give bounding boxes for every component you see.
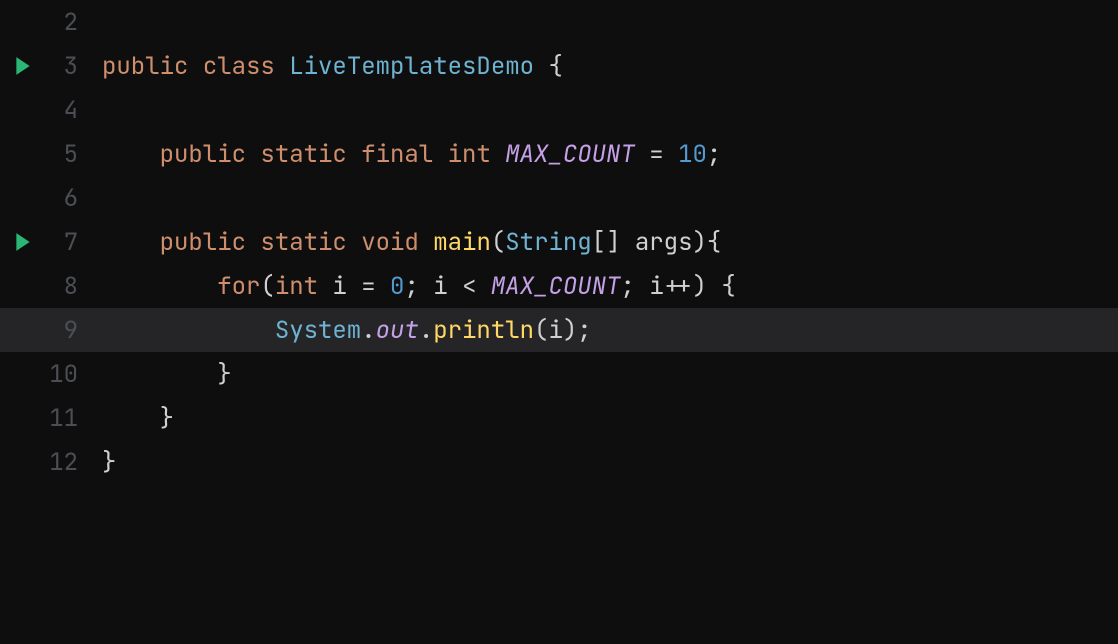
code-content[interactable]: } [94,359,232,390]
token-param: i [332,271,346,302]
line-number: 5 [64,139,78,170]
code-content[interactable]: } [94,403,174,434]
token-kw: for [217,271,260,302]
code-content[interactable]: for(int i = 0; i < MAX_COUNT; i++) { [94,271,736,302]
gutter[interactable]: 5 [0,139,94,170]
line-number: 6 [64,183,78,214]
code-editor[interactable]: 23public class LiveTemplatesDemo {45 pub… [0,0,1118,644]
token-punct: ; [707,139,721,170]
token-punct: ; [621,271,650,302]
code-line[interactable]: 11 } [0,396,1118,440]
token-punct: ); [563,315,592,346]
token-param: i [649,271,663,302]
code-line[interactable]: 10 } [0,352,1118,396]
gutter[interactable]: 11 [0,403,94,434]
token-op: = [649,139,663,170]
code-line[interactable]: 4 [0,88,1118,132]
token-punct: } [102,447,116,478]
token-punct: . [419,315,433,346]
line-number: 3 [64,51,78,82]
token-kw: static [260,227,346,258]
token-op: = [361,271,375,302]
code-line[interactable]: 12} [0,440,1118,484]
line-number: 9 [64,315,78,346]
token-method: println [433,315,534,346]
gutter[interactable]: 7 [0,227,94,258]
token-kw: public [102,51,188,82]
token-punct: ( [491,227,505,258]
run-icon[interactable] [14,232,32,252]
code-line[interactable]: 9 System.out.println(i); [0,308,1118,352]
token-punct: ( [534,315,548,346]
token-punct: ) { [693,271,736,302]
gutter[interactable]: 4 [0,95,94,126]
line-number: 11 [49,403,78,434]
gutter[interactable]: 9 [0,315,94,346]
token-num: 10 [678,139,707,170]
line-number: 4 [64,95,78,126]
token-punct: { [548,51,562,82]
token-kw: int [275,271,318,302]
code-content[interactable]: public static final int MAX_COUNT = 10; [94,139,721,170]
code-line[interactable]: 7 public static void main(String[] args)… [0,220,1118,264]
token-num: 0 [390,271,404,302]
run-icon[interactable] [14,56,32,76]
token-punct: . [361,315,375,346]
code-line[interactable]: 5 public static final int MAX_COUNT = 10… [0,132,1118,176]
token-field-it: MAX_COUNT [491,271,621,302]
code-line[interactable]: 3 public class LiveTemplatesDemo { [0,44,1118,88]
gutter[interactable]: 12 [0,447,94,478]
token-punct: ){ [692,227,721,258]
code-content[interactable]: public static void main(String[] args){ [94,227,721,258]
token-classname: LiveTemplatesDemo [289,51,534,82]
token-punct: ( [260,271,274,302]
token-punct: ; [404,271,433,302]
code-content[interactable]: System.out.println(i); [94,315,592,346]
line-number: 8 [64,271,78,302]
token-punct: } [217,359,231,390]
code-line[interactable]: 2 [0,0,1118,44]
token-field-it: MAX_COUNT [505,139,635,170]
code-line[interactable]: 8 for(int i = 0; i < MAX_COUNT; i++) { [0,264,1118,308]
code-content[interactable]: } [94,447,116,478]
token-kw: void [361,227,419,258]
token-punct: } [160,403,174,434]
token-op: ++ [664,271,693,302]
line-number: 10 [49,359,78,390]
line-number: 12 [49,447,78,478]
token-kw: int [448,139,491,170]
token-kw: public [160,227,246,258]
token-kw: public [160,139,246,170]
token-kw: class [203,51,275,82]
gutter[interactable]: 2 [0,7,94,38]
token-kw: static [260,139,346,170]
token-param: args [635,227,693,258]
token-kw: final [361,139,433,170]
token-method: main [433,227,491,258]
line-number: 7 [64,227,78,258]
token-op: < [462,271,476,302]
token-param: i [548,315,562,346]
code-content[interactable]: public class LiveTemplatesDemo { [94,51,563,82]
code-line[interactable]: 6 [0,176,1118,220]
token-classname: System [275,315,361,346]
token-type: String [505,227,591,258]
token-field-it: out [376,315,419,346]
gutter[interactable]: 6 [0,183,94,214]
token-param: i [433,271,447,302]
line-number: 2 [64,7,78,38]
token-punct: [] [592,227,635,258]
gutter[interactable]: 8 [0,271,94,302]
gutter[interactable]: 10 [0,359,94,390]
gutter[interactable]: 3 [0,51,94,82]
